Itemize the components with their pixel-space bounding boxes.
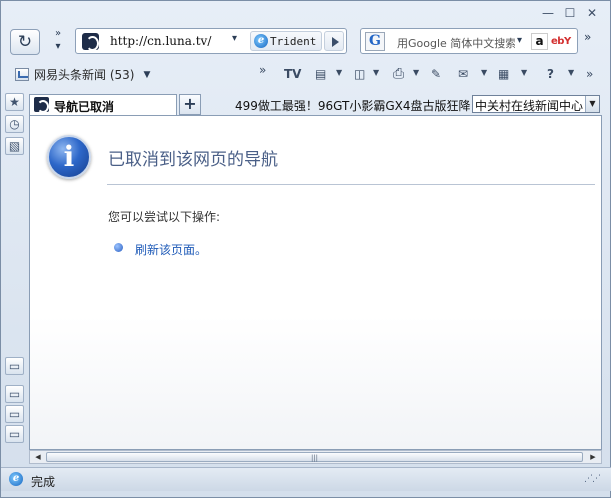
nav-more-button[interactable]: » ▾ — [48, 27, 68, 57]
chevron-down-icon: ▼ — [143, 69, 151, 80]
sidebar-panel-1-icon[interactable]: ▭ — [5, 357, 24, 375]
page-content: i 已取消到该网页的导航 您可以尝试以下操作: 刷新该页面。 — [29, 115, 602, 450]
ebay-icon[interactable]: ebY — [551, 33, 575, 50]
chevron-down-icon[interactable]: ▼ — [585, 96, 599, 112]
scroll-right-icon[interactable]: ▶ — [586, 451, 600, 463]
close-button[interactable]: ✕ — [582, 5, 602, 21]
help-icon[interactable]: ? — [547, 66, 554, 82]
print-icon[interactable]: ⎙ — [393, 66, 404, 82]
minimize-button[interactable]: — — [538, 5, 558, 21]
resize-grip-icon[interactable]: ⋰⋰ — [584, 474, 606, 486]
address-dropdown-icon[interactable]: ▾ — [232, 33, 237, 44]
tab-label: 导航已取消 — [54, 100, 115, 114]
sidebar-panel-4-icon[interactable]: ▭ — [5, 425, 24, 443]
news-source-select[interactable]: 中关村在线新闻中心 ▼ — [472, 95, 600, 113]
toolbar-overflow-icon[interactable]: » — [586, 66, 593, 82]
search-dropdown-icon[interactable]: ▾ — [517, 35, 522, 46]
ie-icon: e — [9, 472, 23, 486]
new-window-dropdown-icon[interactable]: ▼ — [373, 68, 379, 77]
browser-window: — ☐ ✕ ↻ » ▾ http://cn.luna.tv/ ▾ e Tride… — [0, 0, 611, 498]
feed-button[interactable]: 网易头条新闻 (53) ▼ — [15, 66, 150, 83]
go-button[interactable] — [324, 31, 344, 51]
mail-icon[interactable]: ✉ — [458, 66, 468, 82]
tv-icon[interactable]: TV — [284, 66, 301, 82]
feed-label: 网易头条新闻 (53) — [34, 68, 135, 82]
history-icon[interactable]: ◷ — [5, 115, 24, 133]
horizontal-scrollbar[interactable]: ◀ ||| ▶ — [29, 450, 602, 464]
scroll-left-icon[interactable]: ◀ — [31, 451, 45, 463]
new-tab-button[interactable]: + — [179, 94, 201, 115]
engine-button[interactable]: e Trident — [250, 31, 322, 51]
hint-text: 您可以尝试以下操作: — [108, 210, 221, 224]
layout-icon[interactable]: ▦ — [498, 66, 509, 82]
print-dropdown-icon[interactable]: ▼ — [413, 68, 419, 77]
tools-icon[interactable]: ✎ — [431, 66, 441, 82]
toolbar-more-icon[interactable]: » — [259, 62, 266, 78]
refresh-page-link[interactable]: 刷新该页面。 — [135, 241, 207, 258]
sidebar-panel-2-icon[interactable]: ▭ — [5, 385, 24, 403]
tab-bar: 导航已取消 + 499做工最强！96GT小影霸GX4盘古版狂降 中关村在线新闻中… — [29, 94, 602, 115]
grip-icon: ||| — [310, 454, 319, 462]
ie-icon: e — [254, 34, 268, 48]
site-favicon-icon — [82, 33, 99, 51]
tab-active[interactable]: 导航已取消 — [29, 94, 177, 115]
more-icon: » — [54, 28, 62, 39]
info-icon: i — [47, 135, 91, 179]
favorites-icon[interactable]: ★ — [5, 93, 24, 111]
news-source-value: 中关村在线新闻中心 — [475, 99, 584, 113]
toolbar: 网易头条新闻 (53) ▼ » TV ▤ ▼ ◫ ▼ ⎙ ▼ ✎ ✉ ▼ ▦ ▼… — [1, 61, 611, 87]
mail-dropdown-icon[interactable]: ▼ — [481, 68, 487, 77]
layout-dropdown-icon[interactable]: ▼ — [521, 68, 527, 77]
address-bar[interactable]: http://cn.luna.tv/ ▾ e Trident — [75, 28, 347, 54]
window-controls: — ☐ ✕ — [538, 5, 602, 21]
feed-icon — [15, 68, 29, 81]
news-ticker[interactable]: 499做工最强！96GT小影霸GX4盘古版狂降 — [235, 97, 471, 114]
feeds-icon[interactable]: ▧ — [5, 137, 24, 155]
amazon-icon[interactable]: a — [531, 33, 548, 50]
new-window-icon[interactable]: ◫ — [354, 66, 365, 82]
page-icon[interactable]: ▤ — [315, 66, 326, 82]
status-text: 完成 — [31, 475, 56, 489]
page-dropdown-icon[interactable]: ▼ — [336, 68, 342, 77]
maximize-button[interactable]: ☐ — [560, 5, 580, 21]
help-dropdown-icon[interactable]: ▼ — [568, 68, 574, 77]
bullet-icon — [114, 243, 123, 252]
scrollbar-thumb[interactable]: ||| — [46, 452, 583, 462]
engine-label: Trident — [270, 35, 317, 48]
sidebar-panel-3-icon[interactable]: ▭ — [5, 405, 24, 423]
google-icon[interactable]: G — [365, 32, 385, 51]
refresh-icon: ↻ — [17, 32, 33, 52]
navigation-bar: ↻ » ▾ http://cn.luna.tv/ ▾ e Trident G 用… — [1, 25, 611, 59]
search-bar[interactable]: G 用Google 简体中文搜索 ▾ a ebY — [360, 28, 578, 54]
sidebar: ★ ◷ ▧ ▭ ▭ ▭ ▭ — [5, 93, 25, 463]
address-input[interactable]: http://cn.luna.tv/ — [110, 34, 211, 48]
tab-favicon-icon — [34, 97, 49, 113]
status-bar: e 完成 ⋰⋰ — [1, 467, 611, 491]
refresh-button[interactable]: ↻ — [10, 29, 40, 55]
search-input[interactable]: 用Google 简体中文搜索 — [397, 35, 515, 51]
overflow-icon[interactable]: » — [584, 30, 591, 44]
page-title: 已取消到该网页的导航 — [108, 150, 278, 170]
divider — [107, 184, 595, 185]
chevron-down-icon: ▾ — [55, 41, 61, 52]
